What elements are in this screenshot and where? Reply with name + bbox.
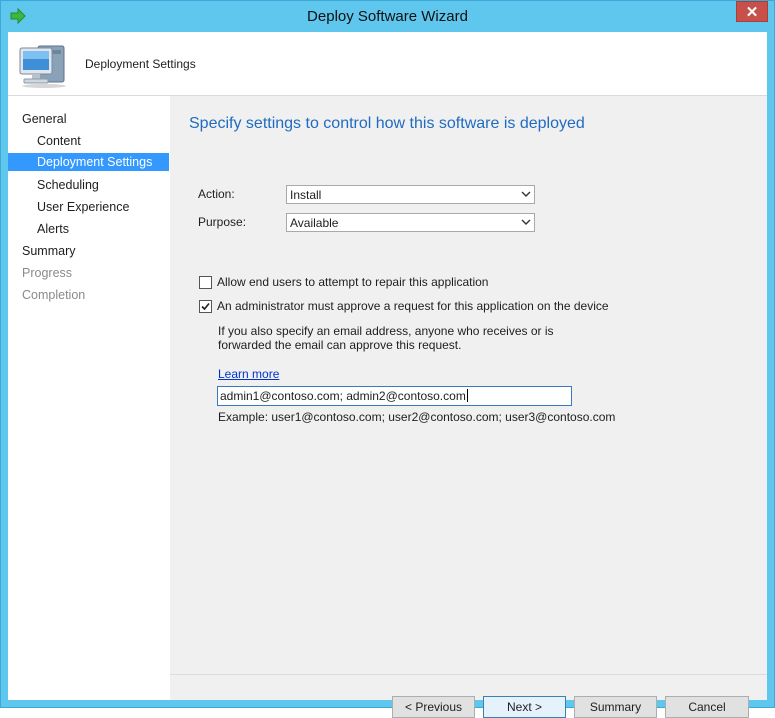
nav-item-content[interactable]: Content bbox=[8, 132, 169, 150]
computer-icon bbox=[19, 45, 66, 88]
nav-item-alerts[interactable]: Alerts bbox=[8, 220, 169, 238]
nav-item-scheduling[interactable]: Scheduling bbox=[8, 176, 169, 194]
nav-item-user-experience[interactable]: User Experience bbox=[8, 198, 169, 216]
text-caret bbox=[466, 389, 468, 402]
purpose-select-value: Available bbox=[290, 216, 339, 230]
wizard-client-area: Deployment Settings General Content Depl… bbox=[8, 32, 767, 718]
approve-checkbox-label[interactable]: An administrator must approve a request … bbox=[217, 299, 609, 313]
summary-button[interactable]: Summary bbox=[574, 696, 657, 718]
window-title: Deploy Software Wizard bbox=[307, 8, 468, 25]
close-icon: ✕ bbox=[745, 4, 759, 21]
wizard-nav: General Content Deployment Settings Sche… bbox=[8, 96, 170, 700]
cancel-button[interactable]: Cancel bbox=[665, 696, 749, 718]
page-title: Specify settings to control how this sof… bbox=[189, 115, 585, 132]
email-example-text: Example: user1@contoso.com; user2@contos… bbox=[218, 410, 616, 424]
action-select-value: Install bbox=[290, 188, 322, 202]
nav-item-progress: Progress bbox=[22, 266, 73, 280]
nav-item-summary[interactable]: Summary bbox=[8, 242, 169, 260]
approve-checkbox[interactable] bbox=[199, 300, 212, 313]
previous-button[interactable]: < Previous bbox=[392, 696, 475, 718]
approver-email-value: admin1@contoso.com; admin2@contoso.com bbox=[220, 389, 468, 403]
nav-item-general[interactable]: General bbox=[8, 110, 169, 128]
close-button[interactable]: ✕ bbox=[736, 1, 768, 22]
nav-item-completion: Completion bbox=[22, 288, 86, 302]
checkmark-icon bbox=[201, 302, 210, 311]
repair-checkbox-label[interactable]: Allow end users to attempt to repair thi… bbox=[217, 275, 488, 289]
nav-item-deployment-settings[interactable]: Deployment Settings bbox=[8, 153, 169, 171]
purpose-select[interactable]: Available bbox=[286, 213, 535, 232]
approval-info-text: If you also specify an email address, an… bbox=[218, 324, 554, 352]
chevron-down-icon bbox=[521, 191, 531, 197]
wizard-page: Specify settings to control how this sof… bbox=[170, 96, 767, 718]
action-select[interactable]: Install bbox=[286, 185, 535, 204]
approver-email-input[interactable]: admin1@contoso.com; admin2@contoso.com bbox=[217, 386, 572, 406]
wizard-window: Deploy Software Wizard ✕ Deployment Sett… bbox=[0, 0, 775, 718]
next-button[interactable]: Next > bbox=[483, 696, 566, 718]
footer-divider bbox=[170, 674, 767, 675]
purpose-label: Purpose: bbox=[198, 215, 247, 229]
action-label: Action: bbox=[198, 187, 235, 201]
chevron-down-icon bbox=[521, 219, 531, 225]
wizard-header: Deployment Settings bbox=[8, 32, 767, 96]
learn-more-link[interactable]: Learn more bbox=[218, 367, 279, 381]
repair-checkbox[interactable] bbox=[199, 276, 212, 289]
title-bar[interactable]: Deploy Software Wizard ✕ bbox=[1, 1, 774, 32]
header-title: Deployment Settings bbox=[85, 57, 196, 71]
